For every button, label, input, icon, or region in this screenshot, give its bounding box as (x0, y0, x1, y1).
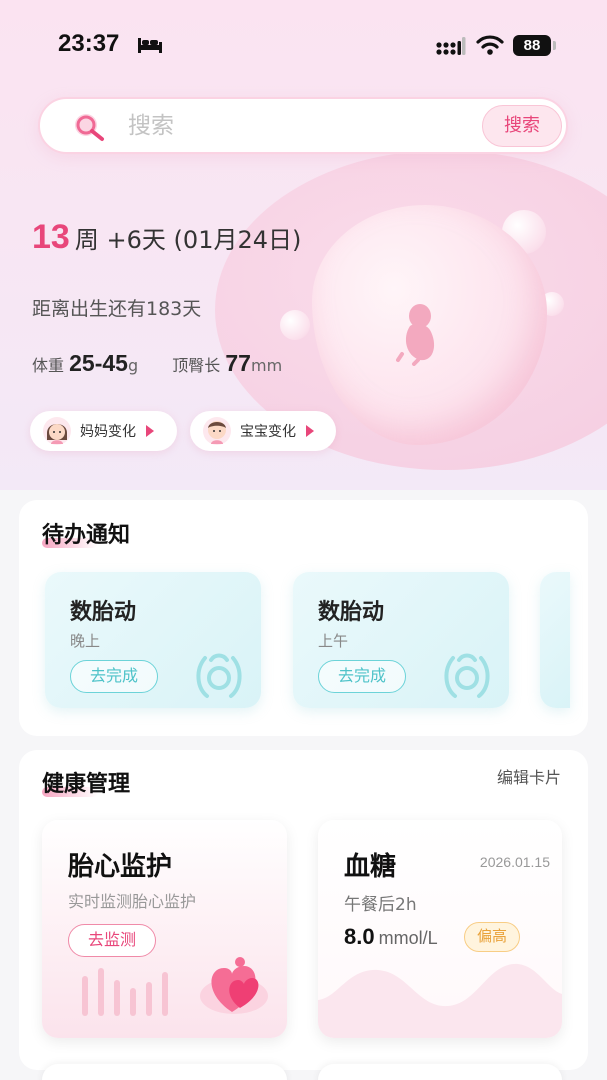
todo-item[interactable]: 数胎动 上午 去完成 (293, 572, 509, 708)
battery-tip (553, 41, 556, 50)
mom-avatar-icon (43, 417, 71, 445)
weight-unit: g (127, 356, 139, 375)
health-card-peek (42, 1064, 287, 1080)
status-time: 23:37 (58, 30, 120, 57)
status-badge: 偏高 (464, 922, 520, 952)
start-monitor-button[interactable]: 去监测 (68, 924, 156, 957)
wifi-icon (476, 35, 504, 55)
todo-item-partial[interactable] (540, 572, 570, 708)
week-number: 13 (32, 218, 70, 256)
weight-value: 25-45 (69, 350, 128, 376)
sleep-bed-icon (138, 38, 162, 53)
todo-item-title: 数胎动 (70, 600, 137, 625)
search-bar[interactable]: 搜索 (38, 97, 568, 154)
complete-button[interactable]: 去完成 (318, 660, 406, 693)
todo-section-title: 待办通知 (42, 523, 131, 548)
search-icon (75, 114, 104, 141)
complete-button[interactable]: 去完成 (70, 660, 158, 693)
glucose-date: 2026.01.15 (479, 854, 550, 870)
baby-change-label: 宝宝变化 (240, 424, 296, 440)
mom-change-button[interactable]: 妈妈变化 (30, 411, 177, 451)
health-card-peek (318, 1064, 562, 1080)
mom-change-label: 妈妈变化 (80, 424, 136, 440)
chevron-right-icon (146, 425, 154, 437)
cellular-signal-icon (436, 37, 466, 55)
battery-indicator: 88 (513, 35, 551, 56)
baby-avatar-icon (203, 417, 231, 445)
todo-item-subtitle: 上午 (318, 632, 349, 650)
pregnancy-hero: 23:37 88 搜索 搜索 13 周 +6天 (01月24日) 距离出生还有1… (0, 0, 607, 490)
blood-glucose-card[interactable]: 血糖 2026.01.15 午餐后2h 8.0 mmol/L 偏高 (318, 820, 562, 1038)
chevron-right-icon (306, 425, 314, 437)
search-input[interactable] (128, 111, 468, 141)
glucose-wave-decoration (318, 963, 562, 1038)
pregnancy-week: 13 周 +6天 (01月24日) (32, 218, 301, 257)
glucose-title: 血糖 (344, 852, 397, 882)
length-label: 顶臀长 (172, 356, 221, 375)
heartbeat-bars-icon (82, 968, 168, 1016)
baby-change-button[interactable]: 宝宝变化 (190, 411, 336, 451)
glucose-value: 8.0 (344, 924, 375, 949)
fetal-monitor-title: 胎心监护 (68, 852, 173, 882)
glucose-unit: mmol/L (378, 928, 438, 948)
fetal-movement-icon (444, 653, 490, 698)
week-suffix: 周 +6天 (01月24日) (74, 226, 302, 254)
search-button[interactable]: 搜索 (482, 105, 562, 147)
length-unit: mm (250, 356, 283, 375)
fetus-icon (396, 304, 435, 366)
status-bar: 23:37 88 (0, 0, 607, 90)
todo-item-subtitle: 晚上 (70, 632, 101, 650)
glucose-subtitle: 午餐后2h (344, 895, 417, 915)
health-section-title: 健康管理 (42, 772, 131, 797)
days-until-birth: 距离出生还有183天 (32, 298, 202, 320)
edit-cards-link[interactable]: 编辑卡片 (497, 764, 561, 788)
heart-icon (200, 957, 268, 1014)
weight-label: 体重 (32, 356, 65, 375)
fetal-monitor-card[interactable]: 胎心监护 实时监测胎心监护 去监测 (42, 820, 287, 1038)
todo-item-title: 数胎动 (318, 600, 385, 625)
length-value: 77 (225, 350, 251, 376)
fetal-movement-icon (196, 653, 242, 698)
fetal-monitor-subtitle: 实时监测胎心监护 (68, 892, 197, 911)
todo-item[interactable]: 数胎动 晚上 去完成 (45, 572, 261, 708)
baby-metrics: 体重 25-45g 顶臀长 77mm (32, 350, 282, 377)
glucose-reading: 8.0 mmol/L (344, 924, 438, 950)
bubble-decoration (280, 310, 310, 340)
